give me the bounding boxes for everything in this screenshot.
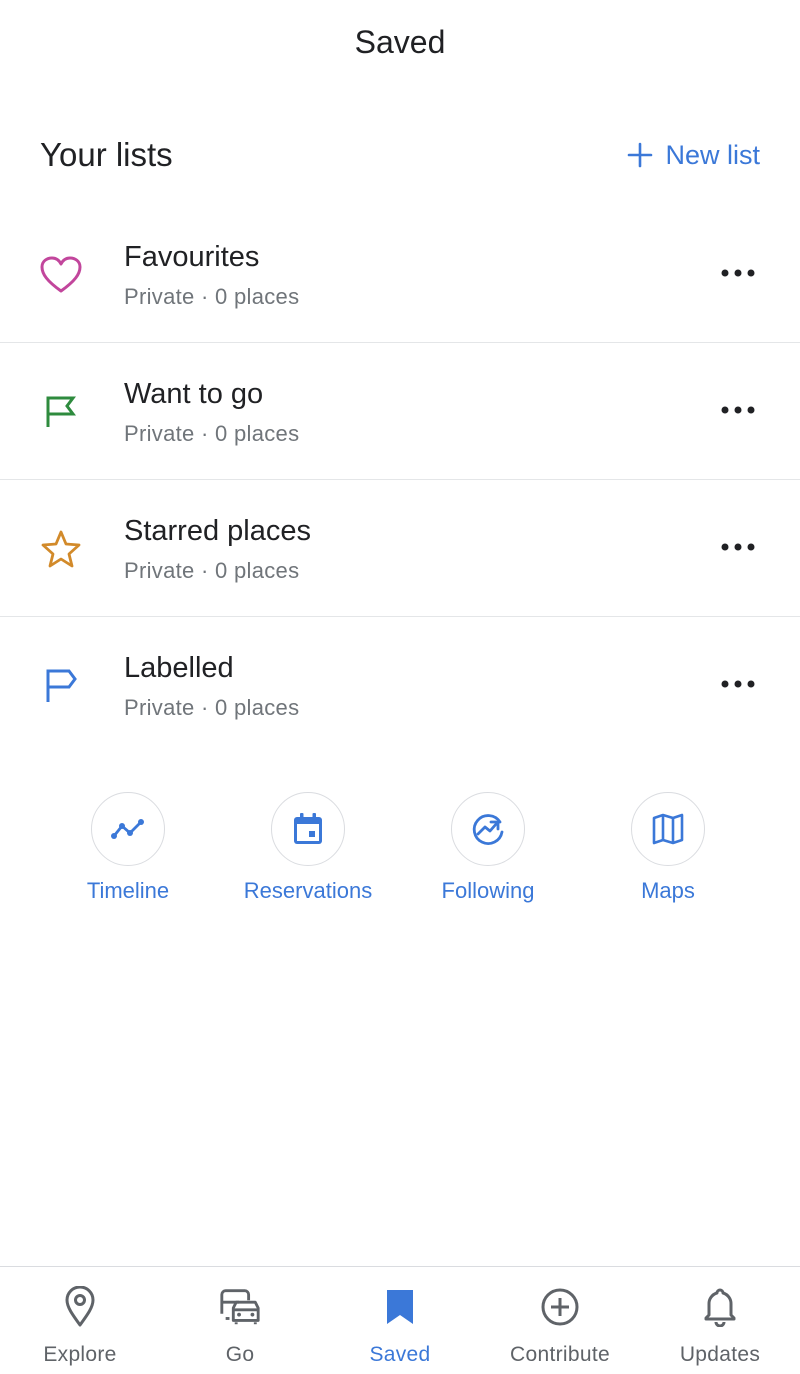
more-options-button[interactable] — [716, 532, 760, 562]
shortcut-label: Reservations — [243, 878, 373, 903]
location-pin-icon — [58, 1285, 102, 1329]
nav-tab-updates[interactable]: Updates — [640, 1267, 800, 1374]
more-horizontal-icon — [721, 406, 755, 414]
list-name: Favourites — [124, 241, 260, 273]
timeline-icon — [111, 819, 144, 839]
shortcut-following[interactable]: Following — [398, 792, 578, 904]
shortcut-circle — [91, 792, 165, 866]
bookmark-icon — [378, 1285, 422, 1329]
list-meta: Private · 0 places — [124, 695, 300, 720]
list-name: Starred places — [124, 515, 311, 547]
nav-label: Go — [225, 1343, 255, 1366]
list-item-starred-places[interactable]: Starred places Private · 0 places — [0, 480, 800, 617]
shortcut-reservations[interactable]: Reservations — [218, 792, 398, 904]
list-meta: Private · 0 places — [124, 284, 300, 309]
star-icon — [38, 526, 84, 572]
nav-tab-saved[interactable]: Saved — [320, 1267, 480, 1374]
shortcut-label: Following — [441, 878, 535, 903]
nav-tab-contribute[interactable]: Contribute — [480, 1267, 640, 1374]
saved-lists: Favourites Private · 0 places Want to go… — [0, 206, 800, 754]
car-bus-icon — [218, 1285, 262, 1329]
list-meta: Private · 0 places — [124, 558, 300, 583]
shortcut-circle — [631, 792, 705, 866]
nav-label: Saved — [369, 1343, 431, 1366]
list-name: Labelled — [124, 652, 234, 684]
new-list-button[interactable]: New list — [627, 140, 760, 171]
trending-icon — [472, 814, 504, 845]
nav-label: Explore — [43, 1343, 117, 1366]
more-horizontal-icon — [721, 269, 755, 277]
add-circle-icon — [538, 1285, 582, 1329]
plus-icon — [628, 142, 653, 168]
nav-tab-explore[interactable]: Explore — [0, 1267, 160, 1374]
saved-screen: Saved Your lists New list Favourites Pri… — [0, 0, 800, 1374]
lists-header: Your lists New list — [40, 130, 760, 180]
nav-tab-go[interactable]: Go — [160, 1267, 320, 1374]
more-horizontal-icon — [721, 680, 755, 688]
label-flag-icon — [38, 663, 84, 709]
map-icon — [652, 813, 684, 845]
shortcut-label: Maps — [641, 878, 695, 903]
shortcut-timeline[interactable]: Timeline — [38, 792, 218, 904]
section-title: Your lists — [40, 136, 173, 173]
list-meta: Private · 0 places — [124, 421, 300, 446]
list-item-want-to-go[interactable]: Want to go Private · 0 places — [0, 343, 800, 480]
shortcuts-row: Timeline Reservations Following Maps — [38, 792, 758, 904]
shortcut-circle — [271, 792, 345, 866]
nav-label: Updates — [679, 1343, 761, 1366]
more-options-button[interactable] — [716, 258, 760, 288]
bottom-navigation: Explore Go Saved Contribute Updates — [0, 1266, 800, 1374]
new-list-label: New list — [665, 139, 760, 170]
page-title: Saved — [354, 24, 446, 60]
heart-icon — [38, 252, 84, 298]
list-item-favourites[interactable]: Favourites Private · 0 places — [0, 206, 800, 343]
more-options-button[interactable] — [716, 669, 760, 699]
shortcut-label: Timeline — [86, 878, 170, 903]
list-item-labelled[interactable]: Labelled Private · 0 places — [0, 617, 800, 754]
calendar-icon — [294, 813, 322, 844]
shortcut-maps[interactable]: Maps — [578, 792, 758, 904]
more-options-button[interactable] — [716, 395, 760, 425]
list-name: Want to go — [124, 378, 264, 410]
shortcut-circle — [451, 792, 525, 866]
bell-icon — [698, 1285, 742, 1329]
nav-label: Contribute — [510, 1343, 610, 1366]
more-horizontal-icon — [721, 543, 755, 551]
flag-icon — [38, 389, 84, 435]
